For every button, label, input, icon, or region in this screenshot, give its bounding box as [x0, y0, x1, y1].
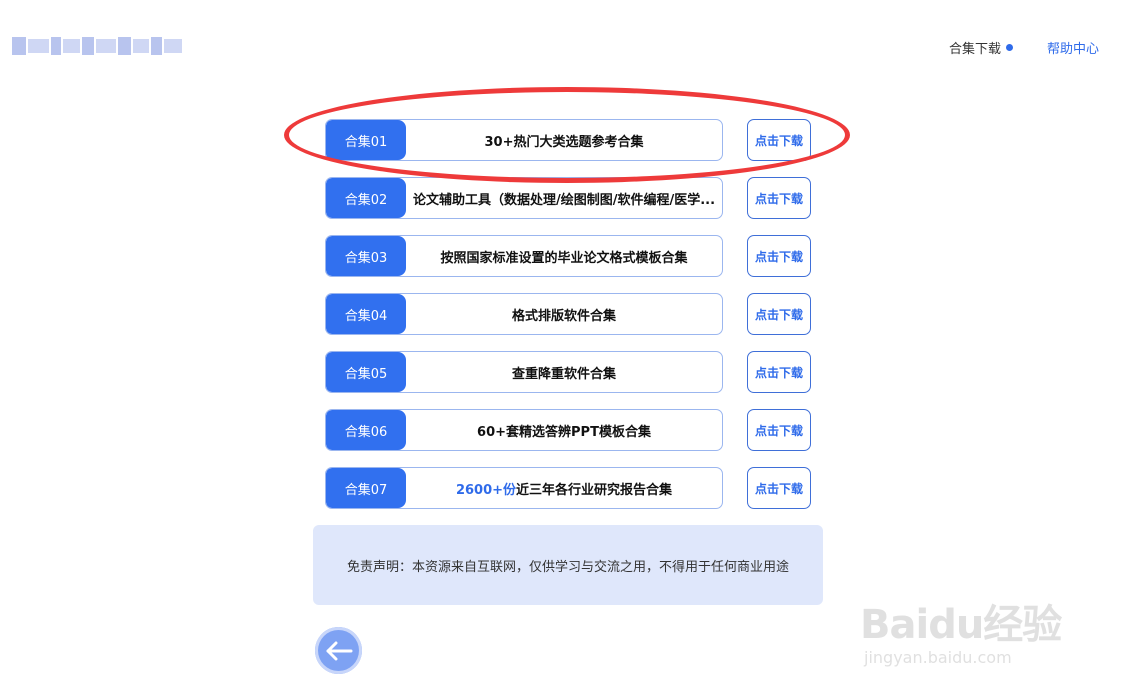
download-button[interactable]: 点击下载 [747, 119, 811, 161]
baidu-jingyan-watermark: Baidu经验 jingyan.baidu.com [860, 570, 1070, 685]
site-logo-blurred [12, 33, 182, 59]
collection-tag: 合集05 [326, 352, 406, 392]
download-button[interactable]: 点击下载 [747, 293, 811, 335]
disclaimer-box: 免责声明：本资源来自互联网，仅供学习与交流之用，不得用于任何商业用途 [313, 525, 823, 605]
collection-title: 60+套精选答辨PPT模板合集 [477, 424, 651, 440]
collection-tag: 合集04 [326, 294, 406, 334]
collection-item[interactable]: 合集02 论文辅助工具（数据处理/绘图制图/软件编程/医学... [325, 177, 723, 219]
collection-title: 2600+份近三年各行业研究报告合集 [406, 479, 722, 498]
download-button[interactable]: 点击下载 [747, 235, 811, 277]
dot-icon [1005, 44, 1013, 51]
nav-collections-download[interactable]: 合集下载 [949, 38, 1013, 57]
collection-tag: 合集02 [326, 178, 406, 218]
collection-row: 合集03 按照国家标准设置的毕业论文格式模板合集 点击下载 [325, 235, 815, 277]
download-button[interactable]: 点击下载 [747, 351, 811, 393]
download-button[interactable]: 点击下载 [747, 177, 811, 219]
disclaimer-text: 免责声明：本资源来自互联网，仅供学习与交流之用，不得用于任何商业用途 [346, 559, 789, 575]
collection-tag: 合集01 [326, 120, 406, 160]
collection-row: 合集07 2600+份近三年各行业研究报告合集 点击下载 [325, 467, 815, 509]
collection-item[interactable]: 合集07 2600+份近三年各行业研究报告合集 [325, 467, 723, 509]
collection-tag: 合集06 [326, 410, 406, 450]
collection-title: 按照国家标准设置的毕业论文格式模板合集 [440, 250, 688, 266]
nav-help-center[interactable]: 帮助中心 [1047, 38, 1099, 57]
collection-item[interactable]: 合集01 30+热门大类选题参考合集 [325, 119, 723, 161]
collection-tag: 合集03 [326, 236, 406, 276]
collection-row: 合集05 查重降重软件合集 点击下载 [325, 351, 815, 393]
collection-title: 论文辅助工具（数据处理/绘图制图/软件编程/医学... [412, 192, 716, 208]
arrow-left-icon [326, 641, 352, 660]
collection-row: 合集04 格式排版软件合集 点击下载 [325, 293, 815, 335]
nav-collections-download-label: 合集下载 [948, 42, 1001, 57]
download-button[interactable]: 点击下载 [747, 409, 811, 451]
download-button[interactable]: 点击下载 [747, 467, 811, 509]
collection-item[interactable]: 合集04 格式排版软件合集 [325, 293, 723, 335]
collection-title: 查重降重软件合集 [511, 366, 616, 382]
collection-title: 30+热门大类选题参考合集 [484, 134, 644, 150]
collection-item[interactable]: 合集05 查重降重软件合集 [325, 351, 723, 393]
top-nav: 合集下载 帮助中心 [949, 38, 1099, 57]
collection-list: 合集01 30+热门大类选题参考合集 点击下载 合集02 论文辅助工具（数据处理… [325, 119, 815, 525]
collection-title: 格式排版软件合集 [511, 308, 616, 324]
collection-title-highlight: 2600+份 [455, 482, 517, 498]
collection-title-text: 近三年各行业研究报告合集 [516, 482, 673, 498]
collection-row: 合集06 60+套精选答辨PPT模板合集 点击下载 [325, 409, 815, 451]
watermark-brand: Baidu经验 [860, 602, 1062, 648]
back-button[interactable] [315, 627, 362, 674]
collection-item[interactable]: 合集03 按照国家标准设置的毕业论文格式模板合集 [325, 235, 723, 277]
collection-row: 合集01 30+热门大类选题参考合集 点击下载 [325, 119, 815, 161]
collection-item[interactable]: 合集06 60+套精选答辨PPT模板合集 [325, 409, 723, 451]
collection-tag: 合集07 [326, 468, 406, 508]
collection-row: 合集02 论文辅助工具（数据处理/绘图制图/软件编程/医学... 点击下载 [325, 177, 815, 219]
watermark-url: jingyan.baidu.com [864, 648, 1012, 667]
